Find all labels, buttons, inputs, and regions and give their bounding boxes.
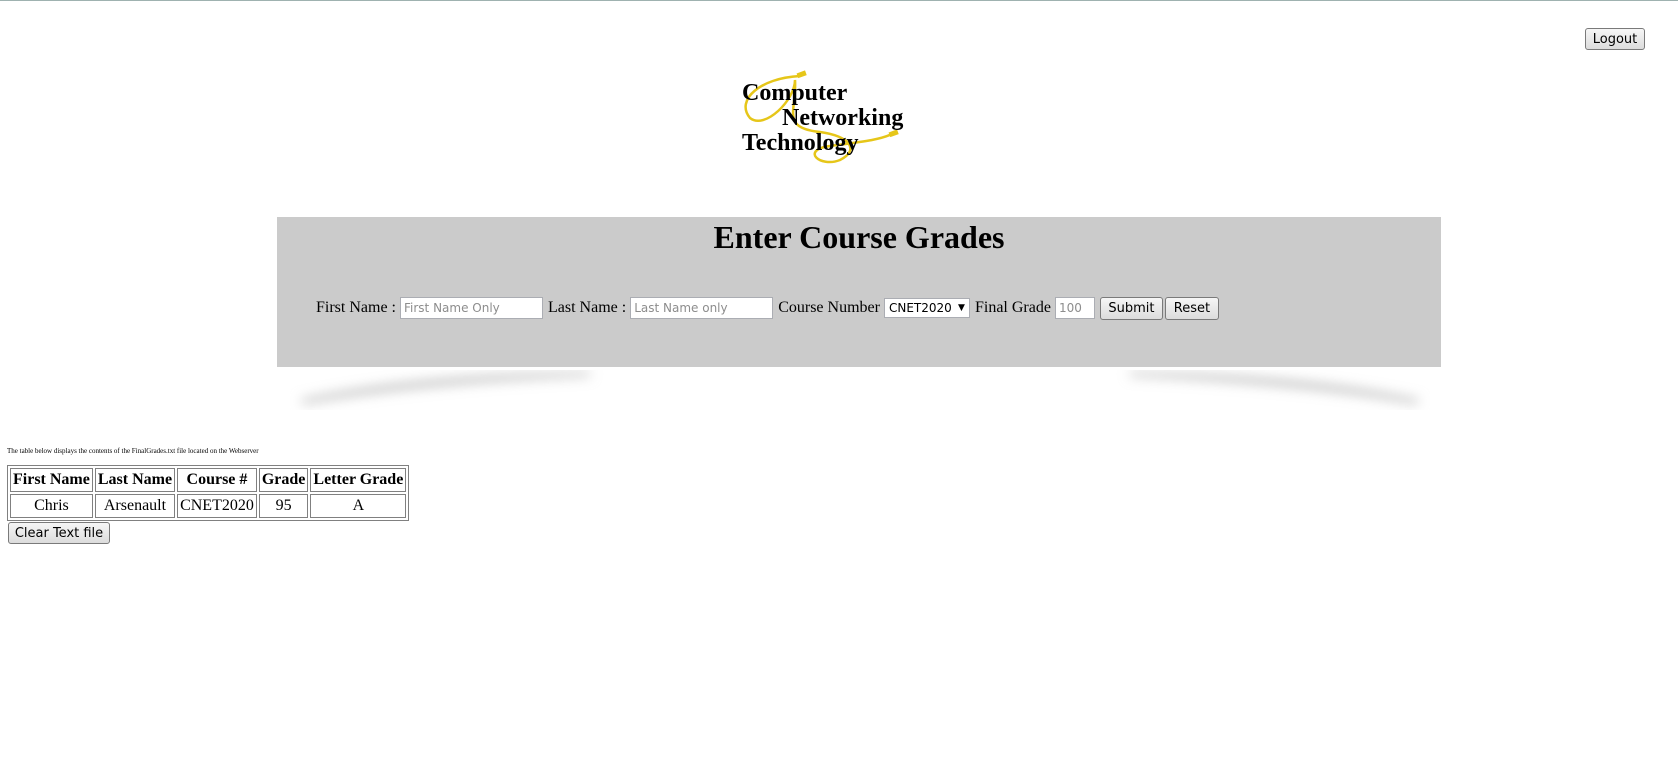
reset-button[interactable]: Reset — [1164, 296, 1219, 320]
clear-text-file-button[interactable]: Clear Text file — [8, 522, 110, 544]
column-header-first-name: First Name — [10, 468, 93, 492]
course-number-label: Course Number — [778, 299, 880, 316]
cnt-logo: Computer Networking Technology — [740, 70, 940, 170]
first-name-input[interactable] — [400, 297, 543, 319]
grades-table: First Name Last Name Course # Grade Lett… — [7, 465, 410, 521]
logout-button[interactable]: Logout — [1585, 28, 1645, 50]
table-header-row: First Name Last Name Course # Grade Lett… — [10, 468, 407, 492]
column-header-course: Course # — [177, 468, 257, 492]
logo-text-technology: Technology — [742, 130, 858, 156]
chevron-down-icon: ▼ — [958, 303, 965, 313]
submit-button[interactable]: Submit — [1099, 296, 1163, 320]
course-number-selected: CNET2020 — [888, 301, 952, 315]
final-grade-input[interactable] — [1054, 297, 1095, 319]
column-header-grade: Grade — [258, 468, 309, 492]
table-description: The table below displays the contents of… — [7, 447, 259, 455]
column-header-last-name: Last Name — [94, 468, 176, 492]
top-rule — [0, 0, 1678, 1]
course-number-select[interactable]: CNET2020 ▼ — [883, 298, 970, 318]
cell-grade: 95 — [258, 494, 309, 518]
logo-text-networking: Networking — [782, 105, 903, 131]
first-name-label: First Name : — [316, 299, 396, 316]
last-name-label: Last Name : — [548, 299, 627, 316]
logo-text-computer: Computer — [742, 80, 848, 106]
panel-shadow — [300, 372, 1420, 404]
column-header-letter-grade: Letter Grade — [310, 468, 407, 492]
cell-last-name: Arsenault — [94, 494, 176, 518]
table-row: Chris Arsenault CNET2020 95 A — [10, 494, 407, 518]
cell-letter-grade: A — [310, 494, 407, 518]
grade-entry-row: First Name : Last Name : Course Number C… — [316, 296, 1221, 320]
cell-course: CNET2020 — [177, 494, 257, 518]
final-grade-label: Final Grade — [974, 299, 1051, 316]
last-name-input[interactable] — [630, 297, 774, 319]
grade-entry-panel: Enter Course Grades First Name : Last Na… — [277, 217, 1441, 367]
page-title: Enter Course Grades — [713, 219, 1005, 255]
cell-first-name: Chris — [10, 494, 93, 518]
